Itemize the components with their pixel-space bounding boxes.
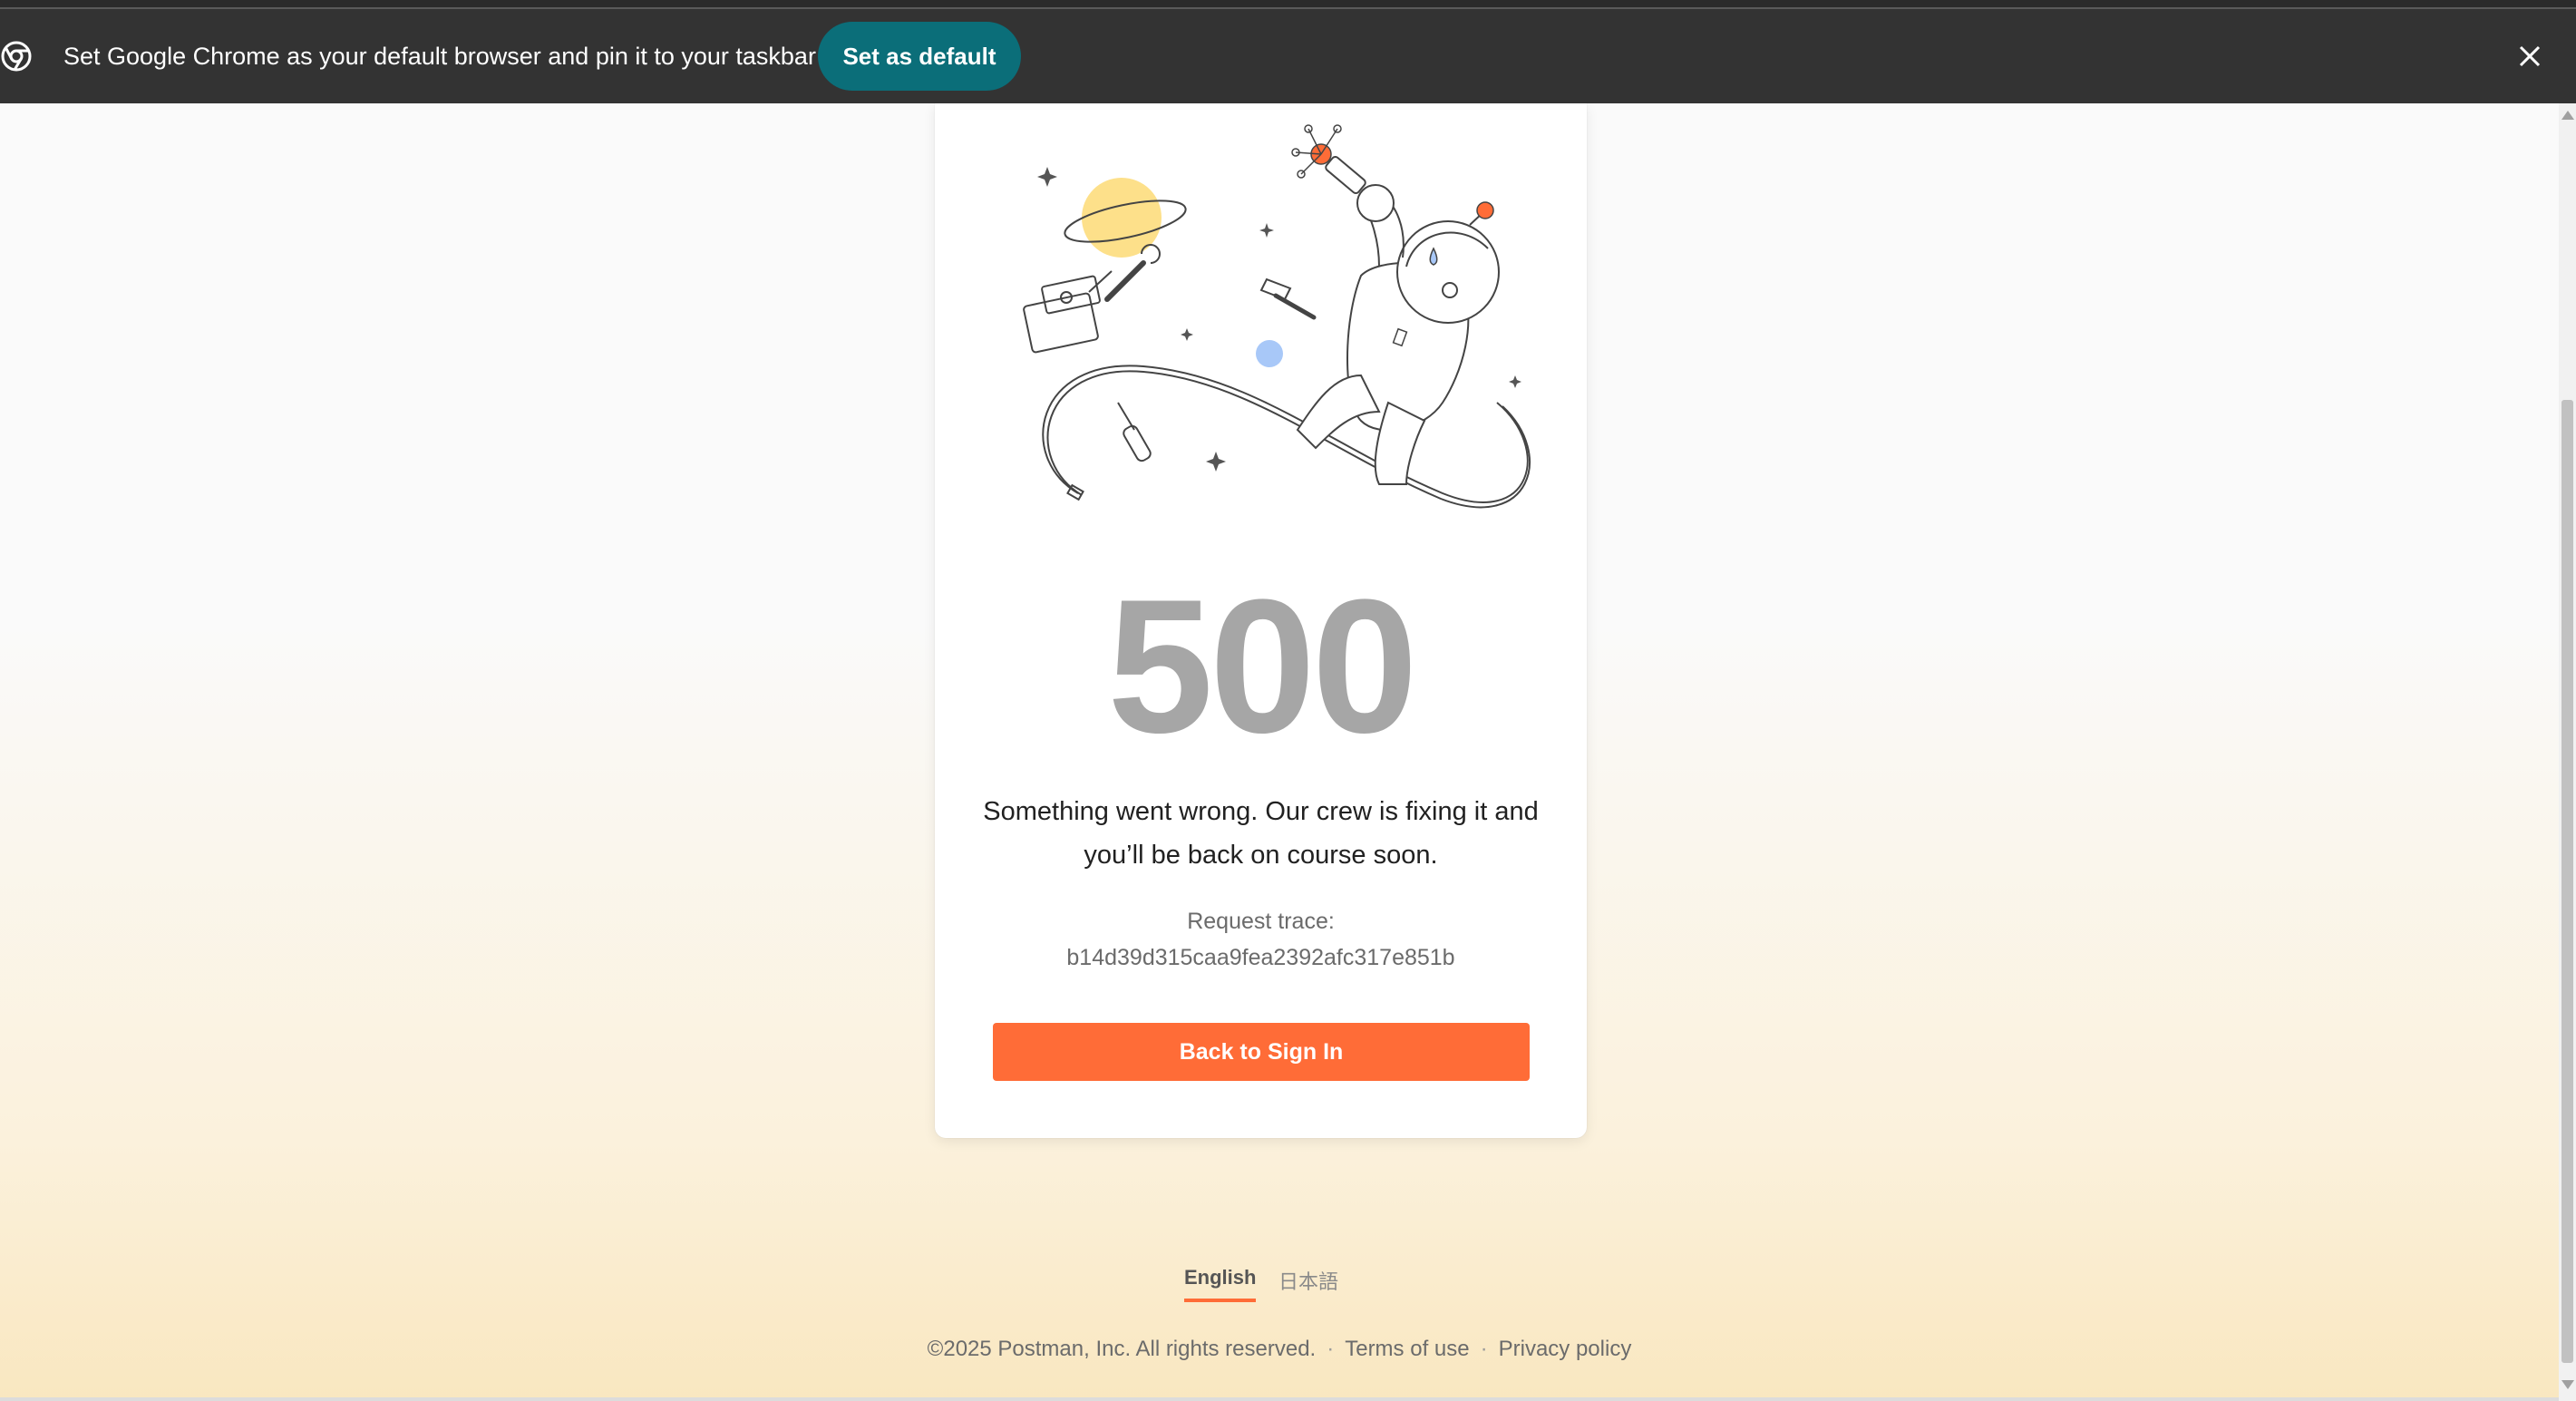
scroll-up-arrow-icon[interactable] (2561, 111, 2574, 120)
copyright-text: ©2025 Postman, Inc. All rights reserved. (927, 1337, 1317, 1361)
language-japanese[interactable]: 日本語 (1278, 1266, 1338, 1295)
page-footer: ©2025 Postman, Inc. All rights reserved.… (0, 1337, 2559, 1362)
scrollbar-thumb[interactable] (2561, 400, 2573, 1363)
astronaut-illustration (1023, 124, 1531, 509)
window-top-strip (0, 0, 2576, 9)
footer-separator: · (1327, 1337, 1335, 1361)
set-as-default-button[interactable]: Set as default (818, 22, 1021, 91)
window-bottom-border (0, 1397, 2559, 1401)
request-trace-label: Request trace: (1187, 909, 1335, 934)
vertical-scrollbar[interactable] (2559, 103, 2576, 1401)
footer-separator: · (1480, 1337, 1488, 1361)
infobar-message: Set Google Chrome as your default browse… (63, 43, 816, 70)
error-message: Something went wrong. Our crew is fixing… (983, 797, 1539, 870)
chrome-logo-icon (1, 41, 32, 72)
back-to-sign-in-button[interactable]: Back to Sign In (993, 1023, 1530, 1081)
request-trace-id: b14d39d315caa9fea2392afc317e851b (1066, 945, 1455, 970)
privacy-policy-link[interactable]: Privacy policy (1499, 1337, 1632, 1362)
page-content: 500 Something went wrong. Our crew is fi… (0, 103, 2559, 1401)
scroll-down-arrow-icon[interactable] (2561, 1380, 2574, 1389)
language-english[interactable]: English (1184, 1266, 1257, 1302)
default-browser-infobar: Set Google Chrome as your default browse… (0, 9, 2576, 103)
terms-of-use-link[interactable]: Terms of use (1345, 1337, 1469, 1362)
error-code: 500 (1107, 559, 1417, 773)
close-icon[interactable] (2517, 44, 2542, 69)
error-card: 500 Something went wrong. Our crew is fi… (935, 103, 1587, 1138)
